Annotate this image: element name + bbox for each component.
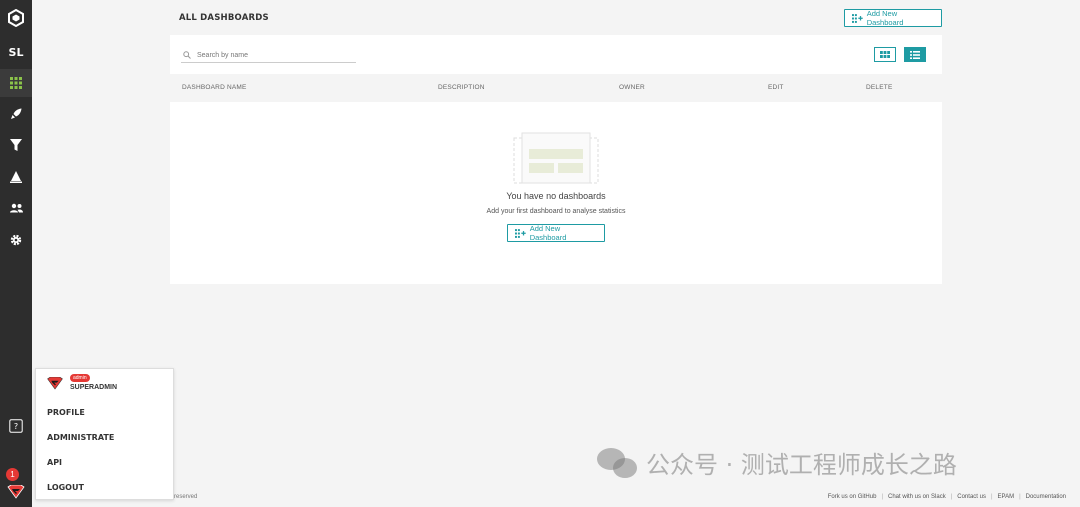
svg-text:?: ? [14, 422, 18, 431]
table-header: DASHBOARD NAME DESCRIPTION OWNER EDIT DE… [170, 74, 942, 102]
footer-link-epam[interactable]: EPAM [998, 494, 1015, 500]
grid-view-icon [880, 51, 890, 58]
sidebar: SL ? 1 [0, 0, 32, 507]
footer-link-contact[interactable]: Contact us [957, 494, 986, 500]
help-icon: ? [9, 419, 23, 433]
sidebar-item-dashboards[interactable] [0, 69, 32, 97]
footer-separator: | [881, 494, 883, 500]
filter-icon [10, 139, 22, 151]
members-icon [9, 203, 23, 213]
gear-icon [10, 234, 22, 246]
add-dashboard-icon [852, 13, 863, 23]
user-avatar-button[interactable] [0, 478, 32, 506]
column-header-delete: DELETE [866, 84, 893, 91]
menu-item-logout[interactable]: LOGOUT [47, 483, 84, 492]
footer-separator: | [950, 494, 953, 500]
rocket-icon [11, 108, 22, 119]
superman-avatar-icon [47, 376, 63, 390]
column-header-name: DASHBOARD NAME [182, 84, 247, 91]
user-avatar [46, 376, 64, 395]
sidebar-item-debug[interactable] [0, 163, 32, 191]
debug-icon [10, 171, 22, 183]
search-input[interactable]: Search by name [181, 48, 356, 63]
footer-separator: | [990, 494, 993, 500]
empty-state-title: You have no dashboards [506, 191, 606, 201]
search-icon [183, 51, 191, 59]
reportportal-logo-icon[interactable] [0, 4, 32, 32]
watermark: 公众号 · 测试工程师成长之路 [596, 445, 957, 480]
column-header-edit: EDIT [768, 84, 784, 91]
help-button[interactable]: ? [0, 412, 32, 440]
grid-view-button[interactable] [874, 47, 896, 62]
column-header-owner: OWNER [619, 84, 645, 91]
user-menu: admin SUPERADMIN PROFILE ADMINISTRATE AP… [35, 368, 174, 500]
sidebar-item-filters[interactable] [0, 131, 32, 159]
sidebar-item-members[interactable] [0, 194, 32, 222]
add-new-dashboard-button[interactable]: Add New Dashboard [844, 9, 942, 27]
sidebar-item-settings[interactable] [0, 226, 32, 254]
sidebar-item-launches[interactable] [0, 100, 32, 128]
dashboard-grid-icon [10, 77, 22, 89]
column-header-description: DESCRIPTION [438, 84, 485, 91]
project-initials: SL [8, 45, 24, 59]
page-title: ALL DASHBOARDS [179, 13, 269, 23]
empty-state-panel: You have no dashboards Add your first da… [170, 102, 942, 284]
superman-avatar-icon [7, 485, 25, 499]
footer-link-slack[interactable]: Chat with us on Slack [888, 494, 946, 500]
footer-copyright: reserved [174, 494, 198, 500]
watermark-text: 公众号 · 测试工程师成长之路 [646, 451, 957, 479]
add-dashboard-icon [515, 228, 526, 238]
notification-badge: 1 [6, 468, 19, 481]
list-view-icon [910, 50, 920, 59]
footer-separator: | [1019, 494, 1021, 500]
menu-item-api[interactable]: API [47, 458, 62, 467]
menu-item-administrate[interactable]: ADMINISTRATE [47, 433, 114, 442]
empty-dashboard-illustration [513, 132, 599, 189]
toolbar-panel: Search by name [170, 35, 942, 74]
footer-links: Fork us on GitHub | Chat with us on Slac… [828, 494, 1066, 500]
empty-add-dashboard-button[interactable]: Add New Dashboard [507, 224, 605, 242]
empty-state-subtitle: Add your first dashboard to analyse stat… [486, 208, 626, 215]
footer-link-github[interactable]: Fork us on GitHub [828, 494, 877, 500]
menu-item-profile[interactable]: PROFILE [47, 408, 85, 417]
add-new-dashboard-label: Add New Dashboard [866, 9, 904, 27]
role-badge: admin [70, 374, 90, 382]
username: SUPERADMIN [70, 384, 118, 391]
footer-link-documentation[interactable]: Documentation [1026, 494, 1066, 500]
empty-add-dashboard-label: Add New Dashboard [529, 224, 567, 242]
wechat-icon [597, 447, 637, 478]
list-view-button[interactable] [904, 47, 926, 62]
search-placeholder: Search by name [197, 51, 248, 59]
project-selector[interactable]: SL [0, 38, 32, 66]
